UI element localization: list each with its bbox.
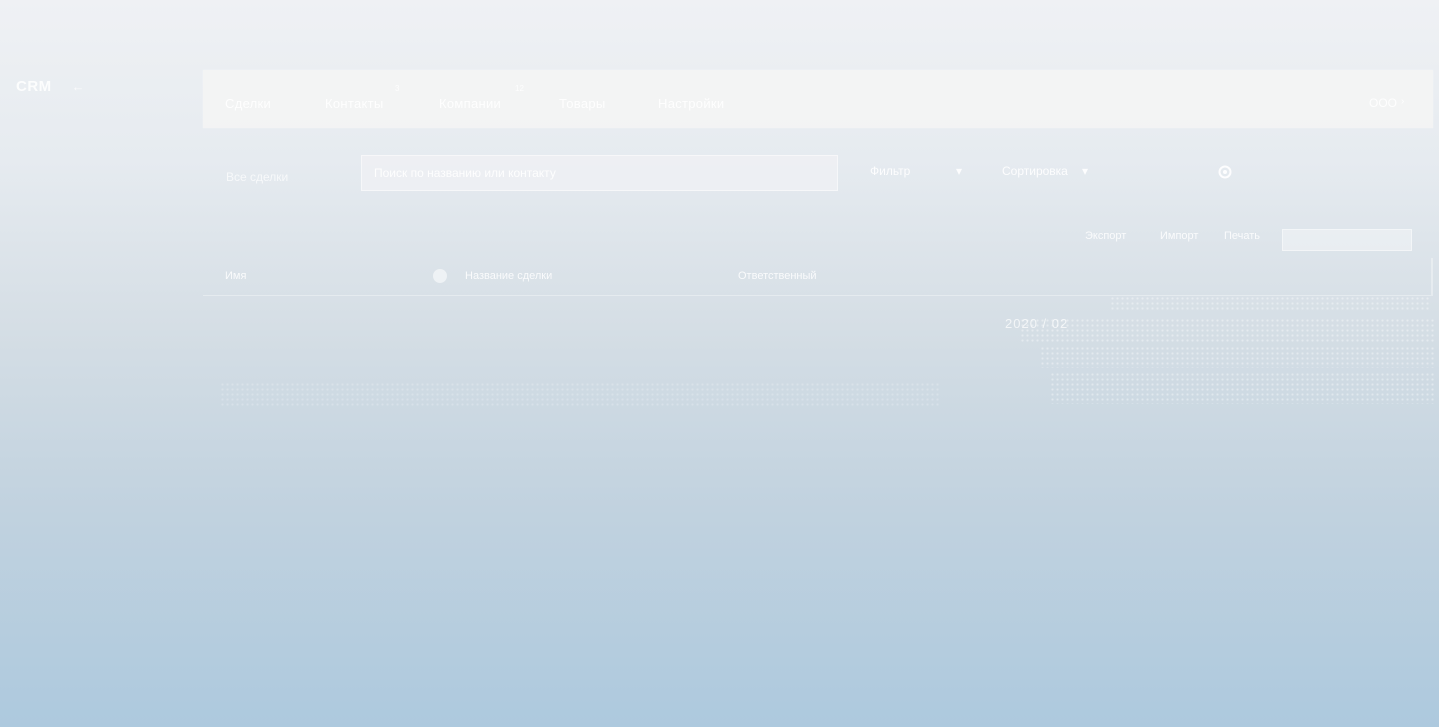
tab-products[interactable]: Товары <box>559 96 606 111</box>
gear-icon[interactable] <box>1217 164 1233 180</box>
tab-contacts-badge: 3 <box>395 84 400 93</box>
row-deal-cell[interactable]: Название сделки <box>465 270 552 282</box>
search-input[interactable] <box>361 155 838 191</box>
import-link[interactable]: Импорт <box>1160 230 1198 242</box>
tab-companies-badge: 12 <box>515 84 524 93</box>
user-menu[interactable]: ООО <box>1369 96 1397 110</box>
export-link[interactable]: Экспорт <box>1085 230 1126 242</box>
tab-companies[interactable]: Компании <box>439 96 501 111</box>
table-row[interactable]: Имя Название сделки Ответственный <box>203 258 1433 296</box>
back-arrow-icon[interactable]: ← <box>72 79 85 94</box>
logo-text: CRM <box>16 78 52 95</box>
sort-label: Сортировка <box>1002 164 1068 178</box>
dither-band <box>220 382 940 408</box>
filter-label: Фильтр <box>870 164 911 178</box>
top-navigation: Сделки Контакты 3 Компании 12 Товары Нас… <box>203 70 1433 128</box>
chevron-right-icon[interactable]: › <box>1401 96 1404 107</box>
tab-settings[interactable]: Настройки <box>658 96 724 111</box>
avatar <box>433 269 447 283</box>
print-link[interactable]: Печать <box>1224 230 1260 242</box>
faint-caption: 2020 / 02 <box>1005 316 1069 331</box>
tab-deals[interactable]: Сделки <box>225 96 271 111</box>
tab-contacts[interactable]: Контакты <box>325 96 384 111</box>
chevron-down-icon: ▾ <box>1081 164 1088 178</box>
sort-dropdown[interactable]: Сортировка ▾ <box>1002 164 1088 182</box>
chevron-down-icon: ▾ <box>955 164 962 178</box>
filter-dropdown[interactable]: Фильтр ▾ <box>870 164 962 182</box>
row-owner-cell: Ответственный <box>738 270 817 282</box>
dither-band <box>1020 318 1435 342</box>
dither-band <box>1110 296 1430 312</box>
app-logo[interactable]: CRM ← <box>16 78 85 95</box>
row-name-cell: Имя <box>225 270 247 282</box>
view-title: Все сделки <box>226 170 289 184</box>
dither-band <box>1050 372 1435 404</box>
action-button[interactable] <box>1282 229 1412 251</box>
dither-band <box>1040 346 1435 368</box>
